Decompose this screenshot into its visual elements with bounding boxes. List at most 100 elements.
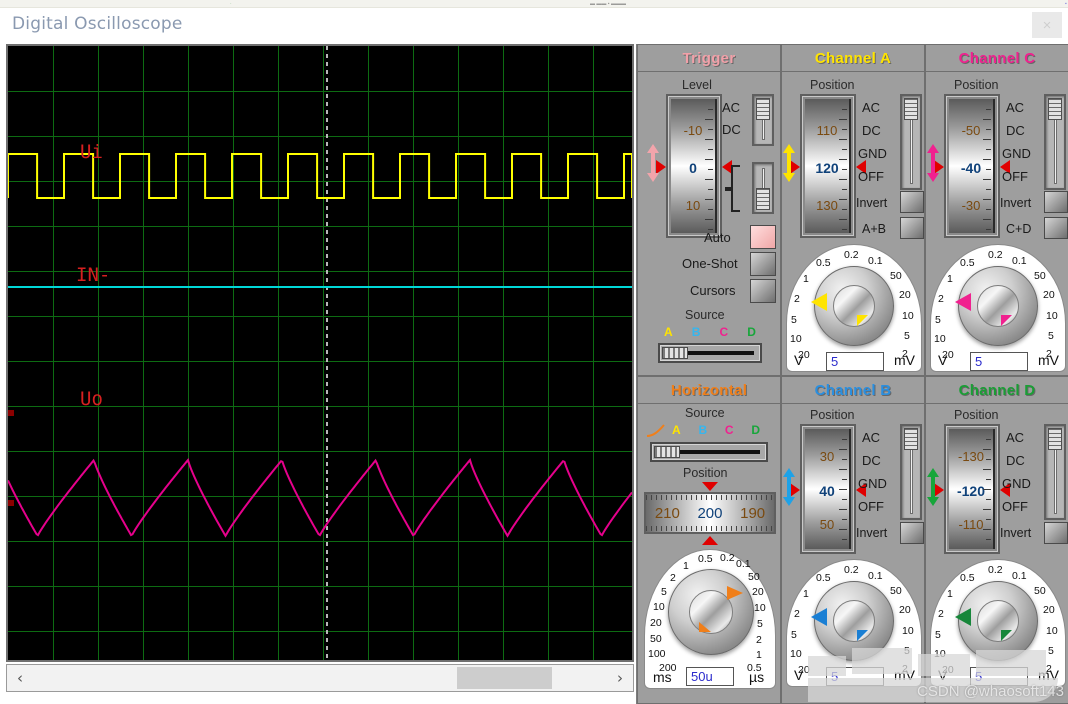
scrollbar-track[interactable] (33, 665, 607, 691)
bdial-label-1: 0.2 (844, 564, 859, 576)
channel-a-volts-dial[interactable]: 0.5 0.2 0.1 1 2 5 10 20 50 20 10 5 2 V m… (786, 244, 922, 372)
channel-c-sum-button[interactable] (1044, 217, 1068, 239)
channel-a-coupling-off[interactable]: OFF (858, 169, 884, 184)
channel-a-knob-body[interactable] (811, 266, 894, 346)
channel-a-dial-value[interactable]: 5 (826, 352, 884, 371)
scroll-left-icon[interactable]: ‹ (7, 665, 33, 691)
trigger-cursors-button[interactable] (750, 279, 776, 303)
channel-c-position-updown-icon[interactable] (926, 144, 940, 182)
channel-c-coupling-off[interactable]: OFF (1002, 169, 1028, 184)
ddial-rlabel-0: 50 (1034, 585, 1046, 597)
cdial-label-5: 5 (935, 314, 941, 326)
trigger-coupling-slider[interactable] (752, 94, 774, 146)
channel-c-position-drum[interactable]: -50 -40 -30 (934, 94, 1010, 238)
horizontal-position-drum[interactable]: 210 200 190 (644, 492, 776, 534)
channel-a-position-drum[interactable]: 110 120 130 (790, 94, 866, 238)
trigger-source-letter-b[interactable]: B (692, 325, 701, 339)
ramp-icon (646, 424, 665, 437)
channel-d-position-updown-icon[interactable] (926, 468, 940, 506)
channel-c-invert-button[interactable] (1044, 191, 1068, 213)
left-cursor-marker-top[interactable] (8, 410, 14, 416)
horizontal-timebase-dial[interactable]: 0.5 0.2 0.1 1 2 5 10 20 50 100 200 50 20… (644, 549, 776, 689)
horizontal-source-slider[interactable] (650, 442, 768, 462)
channel-b-coupling-gnd[interactable]: GND (858, 476, 887, 491)
adial-label-0: 0.5 (816, 257, 831, 269)
channel-b-position-drum[interactable]: 30 40 50 (790, 424, 866, 554)
scroll-right-icon[interactable]: › (607, 665, 633, 691)
channel-a-coupling-gnd[interactable]: GND (858, 146, 887, 161)
channel-b-coupling-ac[interactable]: AC (862, 430, 880, 445)
channel-a-coupling-dc[interactable]: DC (862, 123, 881, 138)
horizontal-scrollbar[interactable]: ‹ › (6, 664, 634, 692)
channel-d-volts-dial[interactable]: 0.5 0.2 0.1 1 2 5 10 20 50 20 10 5 2 V m… (930, 559, 1066, 687)
horizontal-knob-body[interactable] (668, 569, 754, 655)
channel-d-coupling-ac[interactable]: AC (1006, 430, 1024, 445)
channel-a-invert-button[interactable] (900, 191, 924, 213)
channel-a-coupling-slider[interactable] (900, 94, 922, 190)
channel-d-coupling-gnd[interactable]: GND (1002, 476, 1031, 491)
adial-rlabel-1: 20 (899, 289, 911, 301)
trigger-source-slider[interactable] (658, 343, 762, 363)
horizontal-position-pointer-top[interactable] (702, 482, 718, 491)
trace-label-uo: Uo (80, 388, 103, 410)
scrollbar-thumb[interactable] (457, 667, 552, 689)
channel-b-dial-value[interactable]: 5 (826, 667, 884, 686)
channel-a-sum-button[interactable] (900, 217, 924, 239)
horizontal-position-pointer-bottom[interactable] (702, 536, 718, 545)
channel-d-invert-button[interactable] (1044, 522, 1068, 544)
trigger-auto-button[interactable] (750, 225, 776, 249)
horizontal-dial-value[interactable]: 50u (686, 667, 734, 686)
trigger-panel: Trigger Level -10 0 10 AC DC Auto One-Sh… (637, 44, 781, 376)
channel-a-title: Channel A (782, 45, 924, 72)
channel-a-coupling-ac[interactable]: AC (862, 100, 880, 115)
trigger-source-letter-a[interactable]: A (664, 325, 673, 339)
trigger-slope-slider[interactable] (752, 162, 774, 214)
close-icon[interactable]: × (1032, 12, 1062, 38)
channel-d-coupling-dc[interactable]: DC (1006, 453, 1025, 468)
channel-c-dial-value[interactable]: 5 (970, 352, 1028, 371)
channel-a-position-updown-icon[interactable] (782, 144, 796, 182)
cdial-rlabel-3: 5 (1048, 330, 1054, 342)
channel-d-coupling-slider[interactable] (1044, 424, 1066, 520)
channel-c-trace (8, 457, 632, 538)
channel-b-knob-body[interactable] (811, 581, 894, 661)
channel-d-knob-body[interactable] (955, 581, 1038, 661)
bdial-label-0: 0.5 (816, 572, 831, 584)
channel-c-coupling-gnd[interactable]: GND (1002, 146, 1031, 161)
trigger-source-letter-d[interactable]: D (747, 325, 756, 339)
channel-c-coupling-ac[interactable]: AC (1006, 100, 1024, 115)
trigger-oneshot-button[interactable] (750, 252, 776, 276)
channel-c-coupling-slider[interactable] (1044, 94, 1066, 190)
trigger-slope-icon (725, 165, 740, 212)
channel-c-knob-body[interactable] (955, 266, 1038, 346)
channel-c-dial-left-unit: V (938, 352, 948, 368)
channel-d-dial-value[interactable]: 5 (970, 667, 1028, 686)
channel-c-volts-dial[interactable]: 0.5 0.2 0.1 1 2 5 10 20 50 20 10 5 2 V m… (930, 244, 1066, 372)
channel-b-position-updown-icon[interactable] (782, 468, 796, 506)
hdial-rlabel-5: 1 (756, 649, 762, 661)
channel-d-position-drum[interactable]: -130 -120 -110 (934, 424, 1010, 554)
ghost-text-left: · (230, 1, 232, 6)
bdial-label-6: 10 (790, 648, 802, 660)
horizontal-source-letter-b[interactable]: B (698, 423, 707, 437)
horizontal-source-letter-a[interactable]: A (672, 423, 681, 437)
trigger-source-letter-c[interactable]: C (720, 325, 729, 339)
waveform-display[interactable]: Ui IN- Uo (6, 44, 634, 662)
trigger-level-drum[interactable]: -10 0 10 (656, 94, 732, 238)
horizontal-source-letter-d[interactable]: D (751, 423, 760, 437)
trigger-title: Trigger (638, 45, 780, 72)
horizontal-source-letter-c[interactable]: C (725, 423, 734, 437)
bdial-rlabel-0: 50 (890, 585, 902, 597)
channel-b-volts-dial[interactable]: 0.5 0.2 0.1 1 2 5 10 20 50 20 10 5 2 V m… (786, 559, 922, 687)
trigger-level-updown-icon[interactable] (646, 144, 660, 182)
left-cursor-marker-bottom[interactable] (8, 500, 14, 506)
ddial-label-0: 0.5 (960, 572, 975, 584)
channel-b-invert-button[interactable] (900, 522, 924, 544)
channel-b-coupling-dc[interactable]: DC (862, 453, 881, 468)
adial-label-5: 5 (791, 314, 797, 326)
channel-b-coupling-off[interactable]: OFF (858, 499, 884, 514)
channel-c-coupling-dc[interactable]: DC (1006, 123, 1025, 138)
channel-b-coupling-slider[interactable] (900, 424, 922, 520)
channel-d-coupling-off[interactable]: OFF (1002, 499, 1028, 514)
channel-a-position-label: Position (810, 78, 855, 92)
